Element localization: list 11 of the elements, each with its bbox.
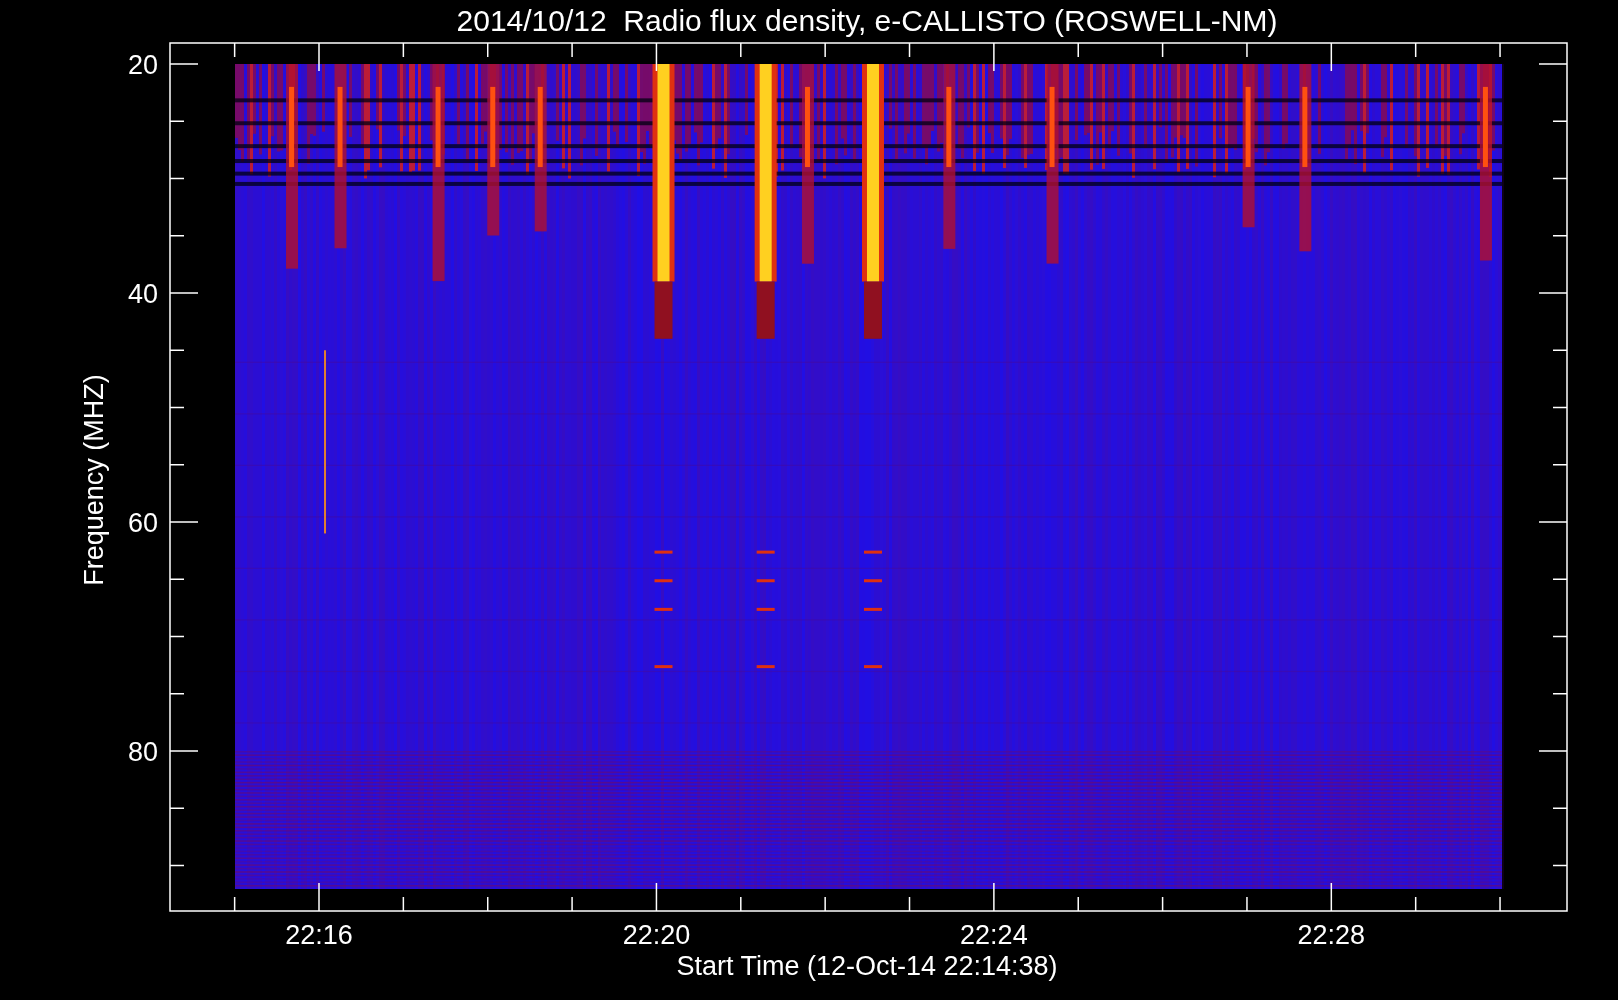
- x-tick-label: 22:16: [285, 920, 353, 950]
- y-axis-label: Frequency (MHZ): [79, 374, 109, 586]
- x-tick-label: 22:28: [1297, 920, 1366, 950]
- x-tick-label: 22:24: [960, 920, 1028, 950]
- x-axis-label: Start Time (12-Oct-14 22:14:38): [676, 951, 1058, 981]
- y-tick-label: 20: [127, 50, 158, 80]
- x-tick-label: 22:20: [622, 920, 691, 950]
- chart-title: 2014/10/12 Radio flux density, e-CALLISTO (ROSWELL-NM): [456, 4, 1278, 37]
- y-tick-label: 40: [127, 279, 158, 309]
- y-tick-label: 60: [127, 508, 158, 538]
- y-tick-label: 80: [127, 737, 158, 767]
